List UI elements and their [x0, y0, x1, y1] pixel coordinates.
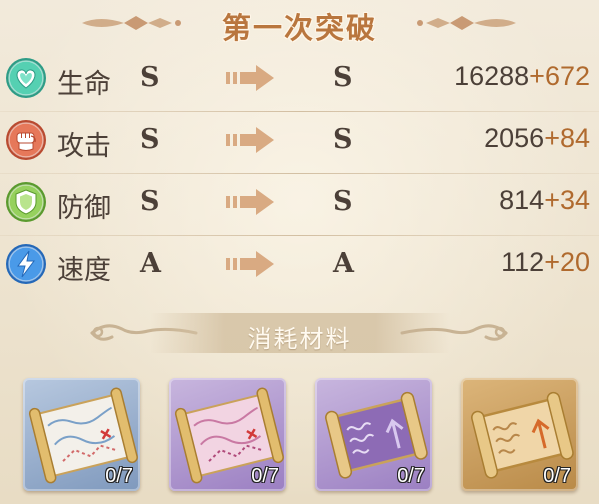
- stat-bonus-value: +34: [544, 185, 590, 215]
- stat-value: 2056+84: [484, 123, 590, 154]
- stat-bonus-value: +672: [529, 61, 590, 91]
- material-item[interactable]: 0/7: [23, 378, 140, 491]
- item-count: 0/7: [397, 465, 425, 487]
- material-item[interactable]: 0/7: [461, 378, 578, 491]
- item-count: 0/7: [251, 465, 279, 487]
- shield-icon: [6, 182, 46, 222]
- stat-row-attack: 攻击 S S 2056+84: [0, 112, 599, 174]
- item-count: 0/7: [105, 465, 133, 487]
- materials-header: 消耗材料: [0, 310, 599, 356]
- title-bar: 第一次突破: [0, 0, 599, 50]
- stat-base-value: 814: [499, 185, 545, 215]
- arrow-right-icon: [226, 65, 274, 91]
- stat-base-value: 112: [501, 247, 545, 277]
- right-flourish-icon: [400, 324, 508, 341]
- current-grade: S: [140, 124, 160, 155]
- stat-name: 速度: [57, 255, 111, 286]
- next-grade: S: [333, 124, 353, 155]
- next-grade: S: [333, 62, 353, 93]
- stat-bonus-value: +84: [544, 123, 590, 153]
- current-grade: S: [140, 186, 160, 217]
- next-grade: A: [333, 248, 354, 279]
- stat-value: 112+20: [501, 247, 590, 278]
- item-count: 0/7: [543, 465, 571, 487]
- material-item[interactable]: 0/7: [315, 378, 432, 491]
- arrow-right-icon: [226, 189, 274, 215]
- stat-value: 16288+672: [454, 61, 590, 92]
- current-grade: A: [140, 248, 161, 279]
- lightning-icon: [6, 244, 46, 284]
- stat-row-speed: 速度 A A 112+20: [0, 236, 599, 298]
- next-grade: S: [333, 186, 353, 217]
- stat-base-value: 2056: [484, 123, 545, 153]
- current-grade: S: [140, 62, 160, 93]
- arrow-right-icon: [226, 251, 274, 277]
- stat-name: 攻击: [57, 131, 111, 162]
- stat-row-defense: 防御 S S 814+34: [0, 174, 599, 236]
- stat-bonus-value: +20: [544, 247, 590, 277]
- stat-name: 生命: [57, 69, 111, 100]
- fist-icon: [6, 120, 46, 160]
- stat-base-value: 16288: [454, 61, 530, 91]
- material-item[interactable]: 0/7: [169, 378, 286, 491]
- right-ornament-icon: [417, 16, 516, 30]
- arrow-right-icon: [226, 127, 274, 153]
- stat-name: 防御: [57, 193, 111, 224]
- heart-icon: [6, 58, 46, 98]
- stat-row-hp: 生命 S S 16288+672: [0, 50, 599, 112]
- breakthrough-panel: 第一次突破 生命 S S 16288+672 攻击 S S 2056+84 防御…: [0, 0, 599, 504]
- stat-value: 814+34: [499, 185, 590, 216]
